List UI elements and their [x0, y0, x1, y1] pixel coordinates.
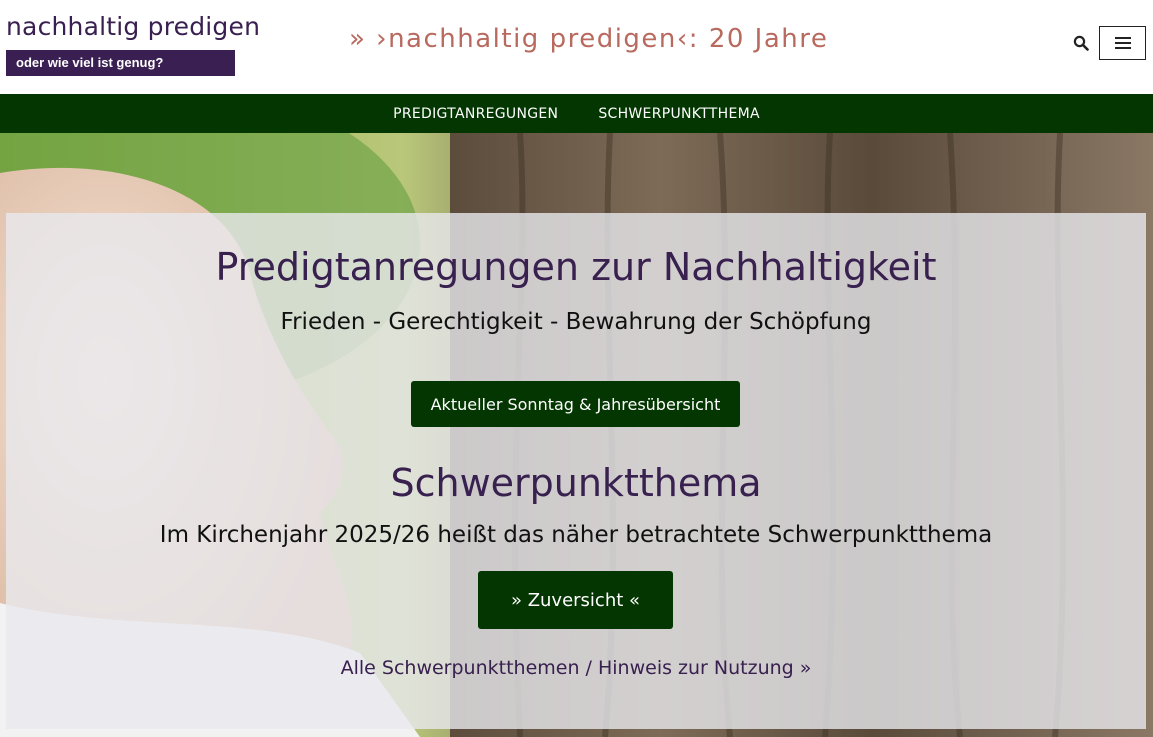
nav-item-predigtanregungen[interactable]: PREDIGTANREGUNGEN	[393, 106, 558, 122]
focus-topic-button[interactable]: » Zuversicht «	[478, 571, 673, 629]
anniversary-link[interactable]: » ›nachhaltig predigen‹: 20 Jahre	[349, 24, 828, 54]
current-sunday-button[interactable]: Aktueller Sonntag & Jahresübersicht	[411, 381, 740, 427]
hamburger-menu-icon	[1114, 37, 1131, 49]
focus-topic-heading: Schwerpunktthema	[390, 461, 762, 505]
main-navigation: PREDIGTANREGUNGEN SCHWERPUNKTTHEMA	[0, 94, 1153, 133]
hero-subtitle: Frieden - Gerechtigkeit - Bewahrung der …	[280, 309, 872, 335]
site-title[interactable]: nachhaltig predigen	[6, 12, 260, 41]
site-header: nachhaltig predigen oder wie viel ist ge…	[0, 0, 1153, 94]
search-icon	[1073, 35, 1089, 51]
all-topics-link[interactable]: Alle Schwerpunktthemen / Hinweis zur Nut…	[6, 657, 1146, 679]
hero-content-panel: Predigtanregungen zur Nachhaltigkeit Fri…	[6, 213, 1146, 729]
hero-title: Predigtanregungen zur Nachhaltigkeit	[215, 245, 937, 289]
site-tagline: oder wie viel ist genug?	[6, 50, 235, 76]
menu-toggle-button[interactable]	[1099, 26, 1146, 60]
hero-section: Predigtanregungen zur Nachhaltigkeit Fri…	[0, 133, 1153, 737]
nav-item-schwerpunktthema[interactable]: SCHWERPUNKTTHEMA	[598, 106, 760, 122]
focus-topic-text: Im Kirchenjahr 2025/26 heißt das näher b…	[159, 522, 993, 548]
search-button[interactable]	[1068, 30, 1094, 56]
